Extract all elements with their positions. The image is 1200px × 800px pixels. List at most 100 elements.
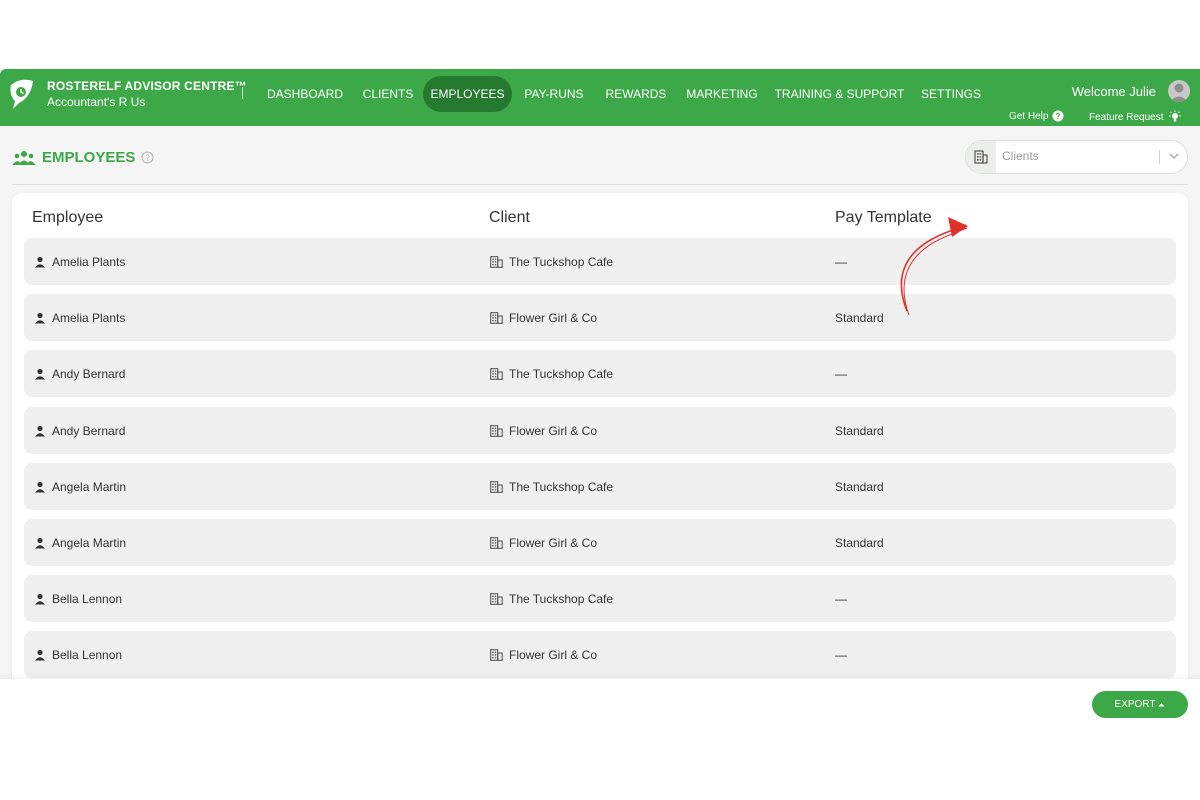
client-cell: Flower Girl & Co — [490, 648, 597, 662]
pay-template-cell: — — [835, 255, 847, 269]
annotation-arrow-icon — [900, 217, 968, 316]
pay-template-value: — — [835, 592, 847, 607]
nav-settings[interactable]: SETTINGS — [913, 76, 989, 112]
person-icon — [35, 650, 45, 661]
header-client[interactable]: Client — [489, 209, 530, 227]
help-circle-icon[interactable]: ? — [141, 151, 154, 164]
export-button[interactable]: EXPORT — [1092, 691, 1188, 718]
building-icon — [490, 368, 503, 381]
client-cell: The Tuckshop Cafe — [490, 480, 613, 494]
pay-template-cell: Standard — [835, 536, 884, 550]
question-circle-icon: ? — [1052, 110, 1064, 122]
pay-template-value: Standard — [835, 311, 884, 326]
nav-employees[interactable]: EMPLOYEES — [423, 76, 512, 112]
feature-request-label: Feature Request — [1089, 111, 1164, 123]
nav-rewards[interactable]: REWARDS — [596, 76, 676, 112]
pay-template-cell: Standard — [835, 480, 884, 494]
building-icon — [490, 256, 503, 268]
employee-name: Bella Lennon — [52, 592, 123, 607]
top-navigation-bar: ROSTERELF ADVISOR CENTRE™ Accountant's R… — [0, 69, 1200, 126]
header-employee[interactable]: Employee — [32, 209, 103, 227]
pay-template-cell: Standard — [835, 424, 884, 438]
export-label: EXPORT — [1114, 699, 1156, 710]
client-cell: The Tuckshop Cafe — [490, 255, 613, 269]
client-select-icon-box — [966, 141, 996, 173]
employee-cell: Bella Lennon — [34, 648, 122, 662]
table-row[interactable]: Andy Bernard The Tuckshop Cafe — — [24, 350, 1176, 398]
nav-marketing[interactable]: MARKETING — [678, 76, 766, 112]
pay-template-value: — — [835, 255, 847, 269]
client-name: The Tuckshop Cafe — [509, 367, 614, 382]
pay-template-value: Standard — [835, 536, 884, 550]
client-cell: Flower Girl & Co — [490, 424, 597, 438]
get-help-link[interactable]: Get Help ? — [1009, 110, 1064, 122]
nav-pay-runs[interactable]: PAY-RUNS — [514, 76, 594, 112]
employee-cell: Bella Lennon — [34, 592, 122, 606]
pay-template-value: Standard — [835, 423, 884, 438]
chevron-down-icon[interactable] — [1168, 150, 1180, 162]
nav-training-support[interactable]: TRAINING & SUPPORT — [768, 76, 911, 112]
employee-cell: Amelia Plants — [34, 255, 125, 269]
employee-name: Angela Martin — [52, 536, 127, 550]
clients-filter-select[interactable]: Clients — [965, 140, 1188, 174]
client-name: Flower Girl & Co — [509, 648, 598, 663]
person-icon — [35, 313, 45, 324]
table-row[interactable]: Andy Bernard Flower Girl & Co Standard — [24, 406, 1176, 454]
client-name: Flower Girl & Co — [509, 311, 598, 326]
nav-dashboard[interactable]: DASHBOARD — [257, 76, 353, 112]
client-name: The Tuckshop Cafe — [509, 479, 614, 494]
table-row[interactable]: Angela Martin The Tuckshop Cafe Standard — [24, 462, 1176, 510]
person-icon — [35, 481, 45, 493]
table-row[interactable]: Angela Martin Flower Girl & Co Standard — [24, 519, 1176, 566]
pay-template-cell: — — [835, 592, 847, 606]
people-group-icon — [12, 150, 36, 165]
user-silhouette-icon — [1170, 83, 1188, 102]
brand-subtitle: Accountant's R Us — [47, 95, 146, 109]
table-row[interactable]: Amelia Plants Flower Girl & Co Standard — [24, 294, 1176, 342]
person-icon — [35, 594, 45, 605]
app-window: ROSTERELF ADVISOR CENTRE™ Accountant's R… — [0, 69, 1200, 731]
building-icon — [490, 649, 503, 662]
building-icon — [490, 593, 503, 606]
welcome-text: Welcome Julie — [1071, 84, 1156, 99]
pay-template-value: — — [835, 367, 847, 382]
employee-cell: Andy Bernard — [34, 424, 125, 438]
page-divider — [12, 184, 1188, 185]
pay-template-cell: — — [835, 367, 847, 381]
brand-title: ROSTERELF ADVISOR CENTRE™ — [47, 79, 247, 93]
client-name: The Tuckshop Cafe — [509, 592, 614, 607]
lightbulb-icon — [1168, 110, 1181, 122]
client-cell: Flower Girl & Co — [490, 536, 597, 550]
pay-template-value: — — [835, 648, 847, 663]
get-help-label: Get Help — [1009, 110, 1049, 122]
employee-name: Amelia Plants — [52, 311, 126, 326]
employee-name: Andy Bernard — [52, 367, 126, 382]
svg-text:?: ? — [146, 154, 151, 163]
feature-request-link[interactable]: Feature Request — [1089, 110, 1182, 124]
nav-clients[interactable]: CLIENTS — [355, 76, 421, 112]
person-icon — [35, 369, 45, 380]
building-icon — [490, 480, 503, 493]
pay-template-value: Standard — [835, 479, 884, 494]
pay-template-cell: — — [835, 648, 847, 662]
pay-template-cell: Standard — [835, 311, 884, 325]
building-icon — [490, 312, 503, 325]
employee-cell: Amelia Plants — [34, 311, 125, 325]
rosterelf-logo-icon[interactable] — [7, 77, 35, 111]
building-icon — [490, 424, 503, 437]
user-avatar[interactable] — [1168, 80, 1190, 102]
person-icon — [35, 425, 45, 437]
employee-name: Andy Bernard — [52, 423, 126, 438]
table-row[interactable]: Bella Lennon The Tuckshop Cafe — — [24, 575, 1176, 623]
employee-cell: Angela Martin — [34, 480, 126, 494]
table-row[interactable]: Amelia Plants The Tuckshop Cafe — — [24, 238, 1176, 285]
brand-separator — [242, 87, 243, 99]
employee-cell: Andy Bernard — [34, 367, 125, 381]
svg-text:?: ? — [1056, 112, 1061, 121]
table-row[interactable]: Bella Lennon Flower Girl & Co — — [24, 631, 1176, 679]
clients-filter-placeholder: Clients — [1002, 149, 1039, 163]
building-icon — [490, 537, 503, 549]
page-title: EMPLOYEES — [42, 149, 136, 166]
client-name: The Tuckshop Cafe — [509, 255, 614, 269]
employees-table: Employee Client Pay Template Amelia Plan… — [12, 193, 1188, 731]
